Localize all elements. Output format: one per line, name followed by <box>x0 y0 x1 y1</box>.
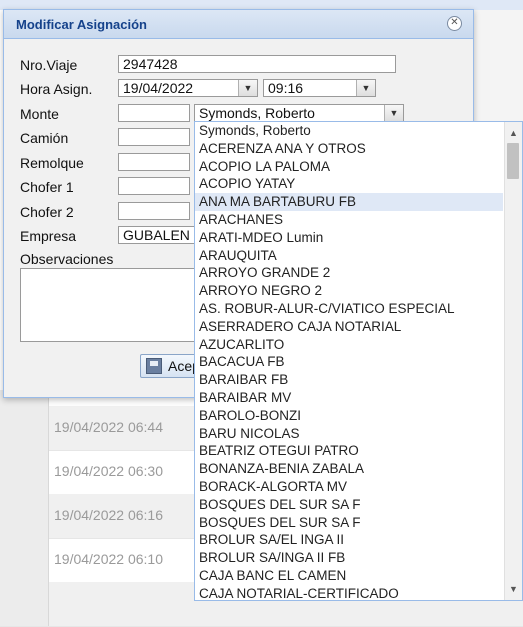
scroll-down-icon[interactable]: ▼ <box>505 581 522 597</box>
remolque-code-input[interactable] <box>118 153 190 171</box>
dialog-header[interactable]: Modificar Asignación ✕ <box>4 10 473 39</box>
dropdown-option[interactable]: AS. ROBUR-ALUR-C/VIATICO ESPECIAL <box>195 300 503 318</box>
row-timestamp: 19/04/2022 06:44 <box>54 419 163 435</box>
save-icon <box>146 358 162 374</box>
monte-combo[interactable]: Symonds, Roberto ▼ <box>194 104 404 122</box>
chevron-down-icon[interactable]: ▼ <box>384 105 403 121</box>
dropdown-option[interactable]: ARAUQUITA <box>195 247 503 265</box>
scroll-up-icon[interactable]: ▲ <box>505 125 522 141</box>
monte-dropdown-list[interactable]: Symonds, Roberto ACERENZA ANA Y OTROS ACOP… <box>194 121 523 601</box>
dropdown-option[interactable]: AZUCARLITO <box>195 336 503 354</box>
dropdown-option[interactable]: ARACHANES <box>195 211 503 229</box>
hora-combo[interactable]: 09:16 ▼ <box>263 79 376 97</box>
dropdown-option[interactable]: BARU NICOLAS <box>195 425 503 443</box>
dropdown-option[interactable]: BAROLO-BONZI <box>195 407 503 425</box>
remolque-label: Remolque <box>20 155 84 171</box>
dropdown-option[interactable]: Symonds, Roberto <box>195 122 503 140</box>
chevron-down-icon[interactable]: ▼ <box>238 80 257 96</box>
row-selector-cell[interactable] <box>0 406 49 450</box>
fecha-combo[interactable]: 19/04/2022 ▼ <box>118 79 258 97</box>
dropdown-option[interactable]: CAJA BANC EL CAMEN <box>195 567 503 585</box>
row-timestamp: 19/04/2022 06:10 <box>54 551 163 567</box>
dropdown-option[interactable]: BEATRIZ OTEGUI PATRO <box>195 442 503 460</box>
monte-code-input[interactable] <box>118 104 190 122</box>
row-timestamp: 19/04/2022 06:16 <box>54 507 163 523</box>
row-selector-cell[interactable] <box>0 494 49 538</box>
dropdown-option[interactable]: BOSQUES DEL SUR SA F <box>195 514 503 532</box>
dropdown-option[interactable]: BONANZA-BENIA ZABALA <box>195 460 503 478</box>
dropdown-option[interactable]: BARAIBAR MV <box>195 389 503 407</box>
dropdown-option[interactable]: ACOPIO YATAY <box>195 175 503 193</box>
empresa-combo[interactable]: GUBALEN S <box>118 226 203 244</box>
dropdown-option[interactable]: ARROYO NEGRO 2 <box>195 282 503 300</box>
row-timestamp: 19/04/2022 06:30 <box>54 463 163 479</box>
dropdown-option[interactable]: BROLUR SA/INGA II FB <box>195 549 503 567</box>
camion-label: Camión <box>20 130 69 146</box>
dropdown-option[interactable]: ACOPIO LA PALOMA <box>195 158 503 176</box>
monte-value: Symonds, Roberto <box>199 105 315 121</box>
row-selector-cell[interactable] <box>0 538 49 582</box>
empresa-label: Empresa <box>20 228 77 244</box>
scrollbar-thumb[interactable] <box>507 143 519 179</box>
chofer1-label: Chofer 1 <box>20 179 74 195</box>
dropdown-option[interactable]: BOSQUES DEL SUR SA F <box>195 496 503 514</box>
dropdown-option[interactable]: BORACK-ALGORTA MV <box>195 478 503 496</box>
dropdown-option[interactable]: BARAIBAR FB <box>195 371 503 389</box>
chofer2-code-input[interactable] <box>118 202 190 220</box>
dialog-title: Modificar Asignación <box>16 17 147 32</box>
dropdown-option[interactable]: ANA MA BARTABURU FB <box>195 193 503 212</box>
dropdown-scrollbar[interactable]: ▲ ▼ <box>504 122 522 600</box>
fecha-value: 19/04/2022 <box>123 80 194 96</box>
nro-viaje-input[interactable] <box>118 55 396 73</box>
chofer2-label: Chofer 2 <box>20 204 74 220</box>
row-selector-cell[interactable] <box>0 582 49 626</box>
dropdown-option[interactable]: ARROYO GRANDE 2 <box>195 264 503 282</box>
dropdown-option[interactable]: BROLUR SA/EL INGA II <box>195 531 503 549</box>
dropdown-option[interactable]: ASERRADERO CAJA NOTARIAL <box>195 318 503 336</box>
chofer1-code-input[interactable] <box>118 177 190 195</box>
dropdown-option[interactable]: ACERENZA ANA Y OTROS <box>195 140 503 158</box>
hora-asign-label: Hora Asign. <box>20 81 93 97</box>
dropdown-option[interactable]: CAJA NOTARIAL-CERTIFICADO <box>195 585 503 600</box>
close-icon[interactable]: ✕ <box>447 16 462 31</box>
observaciones-label: Observaciones <box>20 251 114 267</box>
hora-value: 09:16 <box>268 80 304 96</box>
chevron-down-icon[interactable]: ▼ <box>356 80 375 96</box>
camion-code-input[interactable] <box>118 128 190 146</box>
monte-label: Monte <box>20 106 59 122</box>
nro-viaje-label: Nro.Viaje <box>20 57 78 73</box>
dropdown-option[interactable]: ARATI-MDEO Lumin <box>195 229 503 247</box>
empresa-value: GUBALEN S <box>123 227 204 243</box>
row-selector-cell[interactable] <box>0 450 49 494</box>
dropdown-option[interactable]: BACACUA FB <box>195 353 503 371</box>
